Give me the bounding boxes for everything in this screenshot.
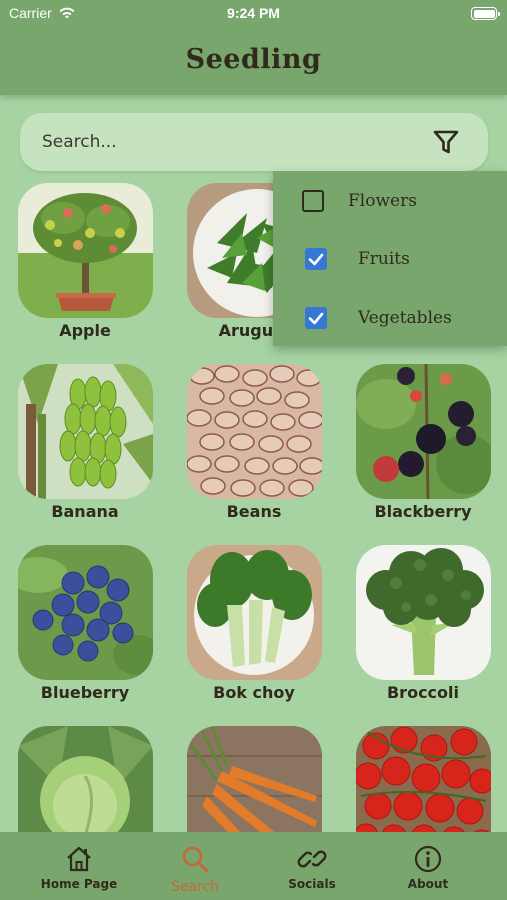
tab-bar: Home Page Search Socials About [0, 832, 507, 900]
tab-label: Search [170, 879, 220, 895]
plant-name: Blueberry [40, 683, 130, 702]
checkbox-unchecked[interactable] [302, 190, 324, 212]
plant-name: Banana [51, 502, 119, 521]
search-icon [182, 846, 209, 873]
plant-image [17, 183, 153, 318]
tab-socials[interactable]: Socials [257, 832, 367, 900]
plant-image [17, 364, 153, 499]
home-icon [67, 846, 91, 872]
plant-image [355, 545, 491, 680]
filter-dropdown: Flowers Fruits Vegetables [273, 171, 507, 346]
plant-name: Bok choy [213, 683, 295, 702]
plant-image [355, 364, 491, 499]
search-bar [20, 113, 488, 171]
checkbox-checked-icon[interactable] [305, 307, 327, 329]
plant-card-blueberry[interactable]: Blueberry [17, 545, 153, 702]
filter-option-label: Vegetables [358, 308, 452, 328]
status-time: 9:24 PM [227, 5, 280, 21]
tab-search[interactable]: Search [140, 832, 250, 900]
tab-label: Home Page [40, 877, 118, 891]
plant-image [186, 545, 322, 680]
tab-label: About [407, 877, 449, 891]
filter-icon[interactable] [432, 128, 460, 156]
plant-name: Apple [59, 321, 111, 340]
battery-icon [471, 7, 500, 20]
plant-name: Broccoli [386, 683, 459, 702]
plant-image [186, 364, 322, 499]
filter-option-fruits[interactable]: Fruits [273, 234, 507, 284]
search-input[interactable] [42, 113, 402, 171]
filter-option-label: Fruits [358, 249, 410, 269]
filter-option-label: Flowers [348, 191, 417, 211]
plant-card-apple[interactable]: Apple [17, 183, 153, 340]
plant-card-blackberry[interactable]: Blackberry [355, 364, 491, 521]
filter-option-vegetables[interactable]: Vegetables [273, 293, 507, 343]
checkbox-checked-icon[interactable] [305, 248, 327, 270]
plant-image [17, 545, 153, 680]
tab-about[interactable]: About [373, 832, 483, 900]
plant-name: Beans [226, 502, 282, 521]
status-bar: Carrier 9:24 PM [0, 0, 507, 30]
plant-card-banana[interactable]: Banana [17, 364, 153, 521]
info-icon [414, 845, 442, 873]
filter-option-flowers[interactable]: Flowers [273, 176, 507, 226]
plant-card-beans[interactable]: Beans [186, 364, 322, 521]
app-header: Carrier 9:24 PM Seedling [0, 0, 507, 95]
plant-card-broccoli[interactable]: Broccoli [355, 545, 491, 702]
tab-label: Socials [288, 877, 336, 891]
page-title: Seedling [185, 44, 322, 75]
tab-home[interactable]: Home Page [24, 832, 134, 900]
link-icon [297, 850, 327, 868]
plant-name: Blackberry [374, 502, 472, 521]
plant-card-bok-choy[interactable]: Bok choy [186, 545, 322, 702]
